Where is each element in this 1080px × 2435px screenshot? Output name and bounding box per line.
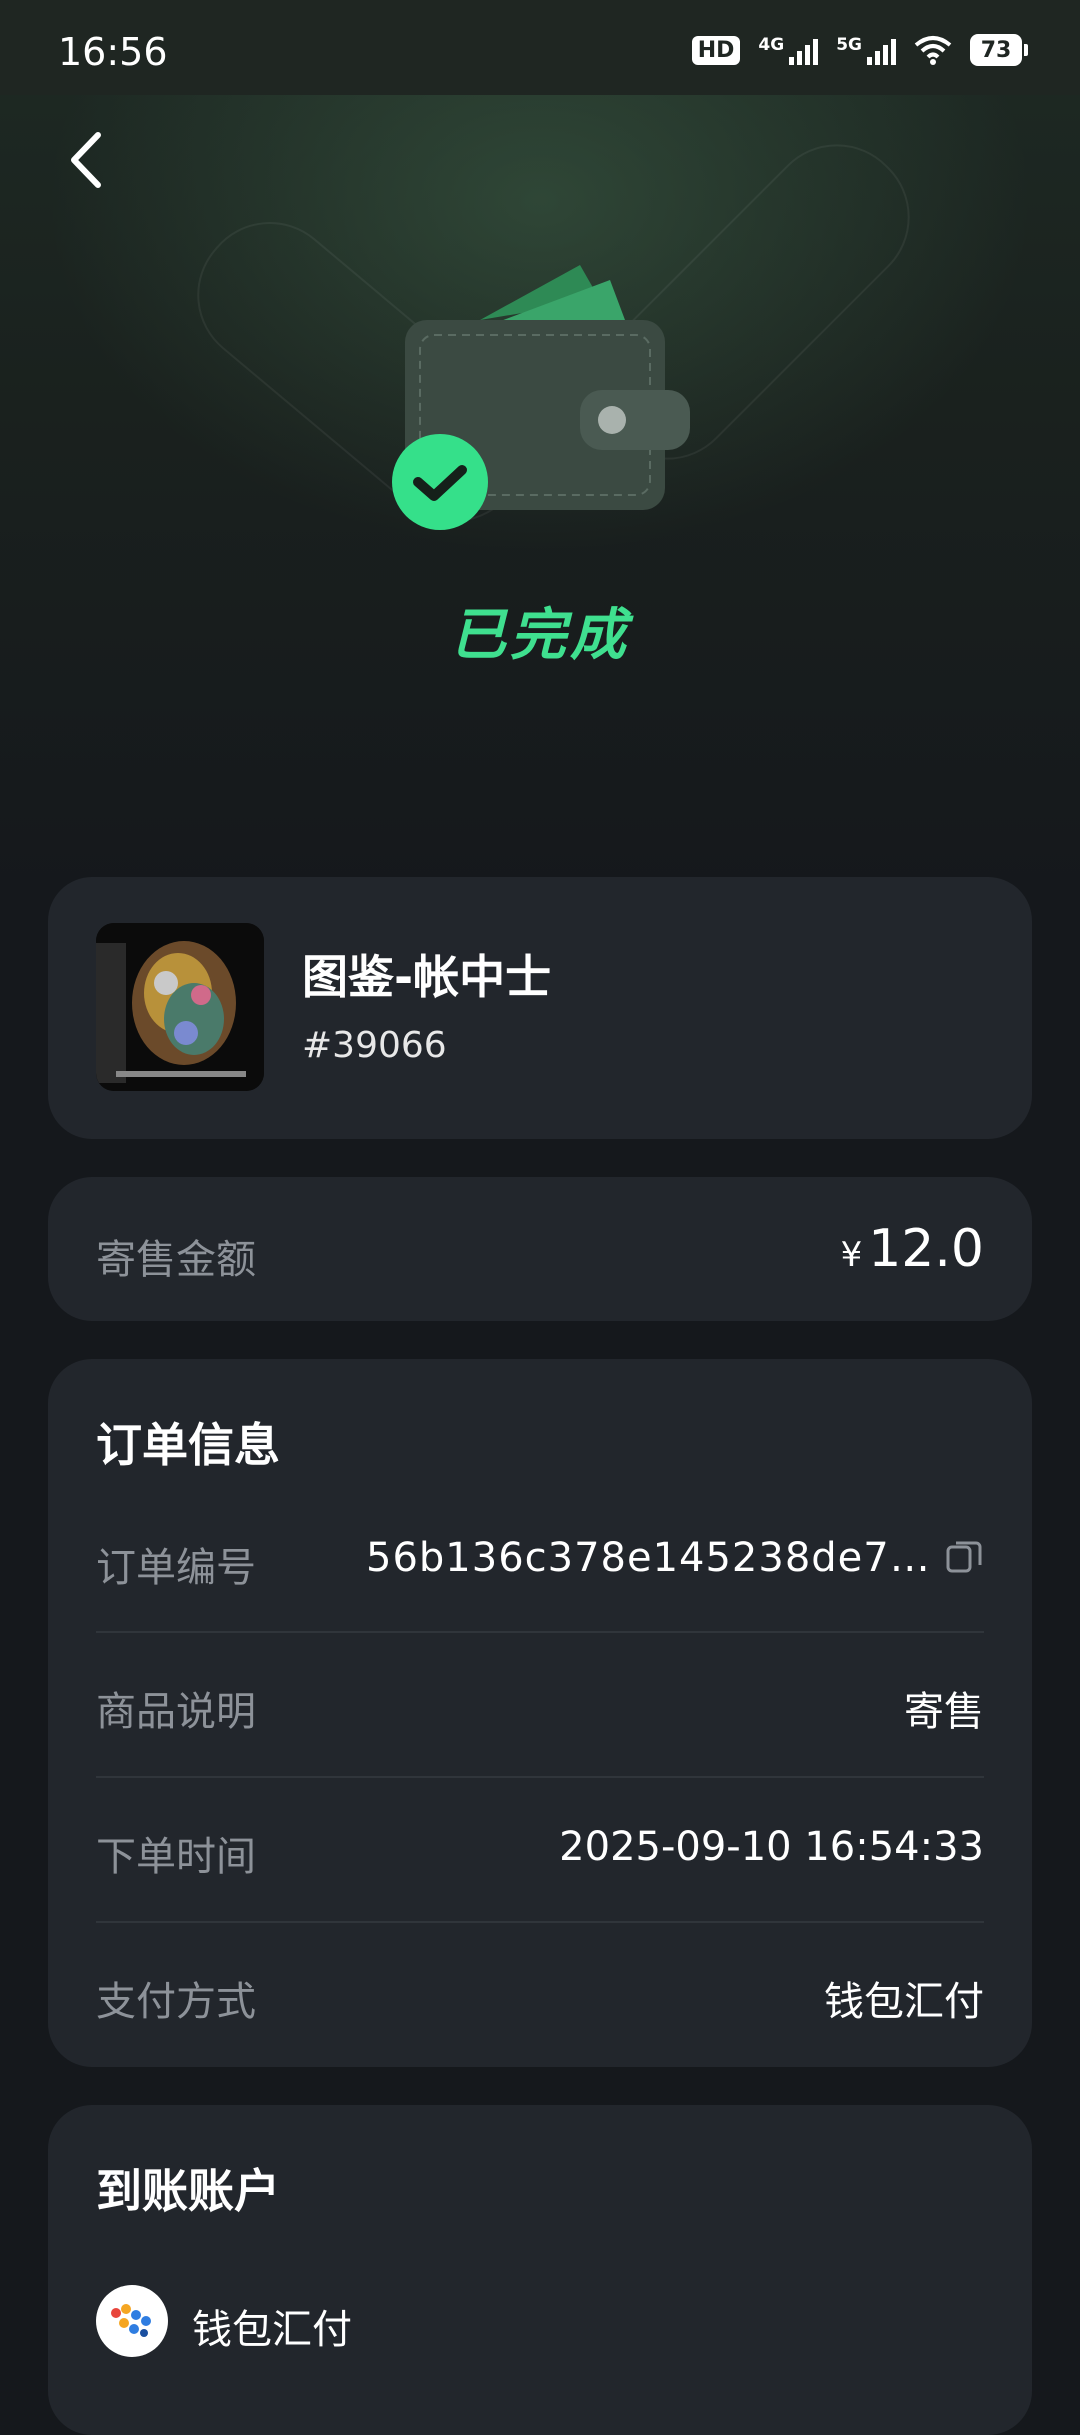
product-desc-label: 商品说明	[96, 1689, 256, 1735]
order-time-value: 2025-09-10 16:54:33	[559, 1824, 984, 1870]
product-id: #39066	[302, 1025, 447, 1066]
wifi-icon	[914, 36, 952, 65]
order-time-label: 下单时间	[96, 1834, 256, 1880]
order-time-row: 下单时间 2025-09-10 16:54:33	[96, 1824, 984, 1969]
amount-number: 12.0	[868, 1219, 984, 1279]
signal-4g-icon: 4G	[758, 35, 819, 65]
product-desc-row: 商品说明 寄售	[96, 1679, 984, 1824]
product-card[interactable]: 图鉴-帐中士 #39066	[48, 877, 1032, 1139]
divider	[96, 1921, 984, 1923]
payment-method-label: 支付方式	[96, 1979, 256, 2025]
order-status-title: 已完成	[450, 603, 630, 668]
wallet-icon	[392, 265, 690, 530]
account-title: 到账账户	[96, 2164, 280, 2218]
wallet-logo-icon	[96, 2285, 168, 2357]
amount-label: 寄售金额	[96, 1237, 256, 1283]
payment-method-row: 支付方式 钱包汇付	[96, 1969, 984, 2114]
currency-symbol: ¥	[840, 1235, 863, 1275]
product-name: 图鉴-帐中士	[302, 950, 552, 1004]
status-time: 16:56	[58, 30, 168, 74]
hd-badge: HD	[691, 35, 741, 65]
account-card: 到账账户 钱包汇付	[48, 2105, 1032, 2435]
chevron-left-icon[interactable]	[60, 125, 120, 195]
status-icons: HD 4G 5G 73	[691, 34, 1028, 66]
order-info-title: 订单信息	[96, 1418, 280, 1472]
status-bar: 16:56 HD 4G 5G 73	[0, 0, 1080, 95]
signal-5g-icon: 5G	[836, 35, 896, 65]
order-number-label: 订单编号	[96, 1545, 256, 1591]
account-name: 钱包汇付	[192, 2307, 352, 2353]
battery-indicator: 73	[970, 34, 1028, 66]
product-desc-value: 寄售	[904, 1689, 984, 1735]
product-thumbnail	[96, 923, 264, 1091]
copy-icon[interactable]	[944, 1537, 984, 1577]
order-number-value: 56b136c378e145238de757…	[366, 1535, 956, 1581]
divider	[96, 1631, 984, 1633]
payment-method-value: 钱包汇付	[824, 1979, 984, 2025]
order-info-card: 订单信息 订单编号 56b136c378e145238de757… 商品说明 寄…	[48, 1359, 1032, 2067]
divider	[96, 1776, 984, 1778]
amount-card: 寄售金额 ¥ 12.0	[48, 1177, 1032, 1321]
amount-value: ¥ 12.0	[841, 1219, 984, 1279]
order-number-row: 订单编号 56b136c378e145238de757…	[96, 1535, 984, 1680]
